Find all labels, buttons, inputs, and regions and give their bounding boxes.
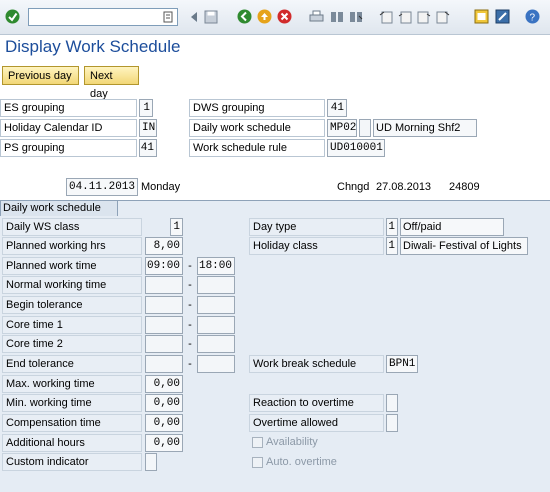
command-history-icon[interactable] bbox=[160, 9, 175, 24]
core-time-2-from-field[interactable] bbox=[145, 335, 183, 353]
auto-overtime-label: Auto. overtime bbox=[266, 456, 337, 468]
standard-toolbar: ? bbox=[0, 0, 550, 35]
time-dash: - bbox=[188, 279, 192, 291]
core-time-1-label: Core time 1 bbox=[2, 316, 142, 334]
core-time-2-label: Core time 2 bbox=[2, 335, 142, 353]
date-field[interactable]: 04.11.2013 bbox=[66, 178, 138, 196]
time-dash: - bbox=[188, 358, 192, 370]
work-schedule-rule-field[interactable]: UD010001 bbox=[327, 139, 385, 157]
additional-hours-field[interactable]: 0,00 bbox=[145, 434, 183, 452]
first-page-icon[interactable] bbox=[378, 9, 393, 24]
time-dash: - bbox=[188, 319, 192, 331]
reaction-to-overtime-label: Reaction to overtime bbox=[249, 394, 384, 412]
custom-indicator-field[interactable] bbox=[145, 453, 157, 471]
help-icon[interactable]: ? bbox=[525, 9, 540, 24]
end-tolerance-from-field[interactable] bbox=[145, 355, 183, 373]
time-dash: - bbox=[188, 338, 192, 350]
cancel-icon[interactable] bbox=[277, 9, 292, 24]
begin-tolerance-from-field[interactable] bbox=[145, 296, 183, 314]
day-type-field[interactable]: 1 bbox=[386, 218, 398, 236]
daily-work-schedule-text: UD Morning Shf2 bbox=[373, 119, 477, 137]
begin-tolerance-label: Begin tolerance bbox=[2, 296, 142, 314]
overtime-allowed-field[interactable] bbox=[386, 414, 398, 432]
min-working-time-field[interactable]: 0,00 bbox=[145, 394, 183, 412]
work-break-schedule-label: Work break schedule bbox=[249, 355, 384, 373]
holiday-class-text: Diwali- Festival of Lights bbox=[400, 237, 528, 255]
exit-icon[interactable] bbox=[257, 9, 272, 24]
svg-text:?: ? bbox=[530, 13, 536, 24]
normal-time-from-field[interactable] bbox=[145, 276, 183, 294]
command-field[interactable] bbox=[28, 8, 178, 26]
daily-work-schedule-variant-field[interactable] bbox=[359, 119, 371, 137]
availability-label: Availability bbox=[266, 436, 318, 448]
ps-grouping-field[interactable]: 41 bbox=[139, 139, 157, 157]
min-working-time-label: Min. working time bbox=[2, 394, 142, 412]
generate-shortcut-icon[interactable] bbox=[495, 9, 510, 24]
daily-ws-class-field[interactable]: 1 bbox=[170, 218, 183, 236]
weekday-text: Monday bbox=[141, 181, 181, 193]
time-dash: - bbox=[188, 260, 192, 272]
begin-tolerance-to-field[interactable] bbox=[197, 296, 235, 314]
planned-work-time-label: Planned work time bbox=[2, 257, 142, 275]
daily-ws-class-label: Daily WS class bbox=[2, 218, 142, 236]
create-session-icon[interactable] bbox=[474, 9, 489, 24]
end-tolerance-label: End tolerance bbox=[2, 355, 142, 373]
core-time-2-to-field[interactable] bbox=[197, 335, 235, 353]
normal-working-time-label: Normal working time bbox=[2, 276, 142, 294]
compensation-time-label: Compensation time bbox=[2, 414, 142, 432]
dws-grouping-label: DWS grouping bbox=[189, 99, 325, 117]
daily-work-schedule-field[interactable]: MP02 bbox=[327, 119, 357, 137]
custom-indicator-label: Custom indicator bbox=[2, 453, 142, 471]
additional-hours-label: Additional hours bbox=[2, 434, 142, 452]
core-time-1-from-field[interactable] bbox=[145, 316, 183, 334]
page-title: Display Work Schedule bbox=[5, 37, 181, 56]
work-break-schedule-field[interactable]: BPN1 bbox=[386, 355, 418, 373]
last-page-icon[interactable] bbox=[435, 9, 450, 24]
availability-checkbox[interactable] bbox=[252, 437, 263, 448]
compensation-time-field[interactable]: 0,00 bbox=[145, 414, 183, 432]
es-grouping-field[interactable]: 1 bbox=[139, 99, 153, 117]
es-grouping-label: ES grouping bbox=[0, 99, 137, 117]
overtime-allowed-label: Overtime allowed bbox=[249, 414, 384, 432]
daily-work-schedule-tab[interactable]: Daily work schedule bbox=[0, 200, 118, 216]
daily-work-schedule-label: Daily work schedule bbox=[189, 119, 325, 137]
max-working-time-field[interactable]: 0,00 bbox=[145, 375, 183, 393]
previous-day-button[interactable]: Previous day bbox=[2, 66, 79, 85]
find-next-icon[interactable] bbox=[348, 9, 363, 24]
changed-date: 27.08.2013 bbox=[376, 181, 432, 193]
auto-overtime-checkbox[interactable] bbox=[252, 457, 263, 468]
print-icon[interactable] bbox=[309, 9, 324, 24]
holiday-calendar-field[interactable]: IN bbox=[139, 119, 157, 137]
dws-grouping-field[interactable]: 41 bbox=[327, 99, 347, 117]
holiday-calendar-label: Holiday Calendar ID bbox=[0, 119, 137, 137]
previous-page-icon[interactable] bbox=[397, 9, 412, 24]
day-type-text: Off/paid bbox=[400, 218, 504, 236]
save-icon[interactable] bbox=[203, 9, 218, 24]
core-time-1-to-field[interactable] bbox=[197, 316, 235, 334]
expand-arrow-icon[interactable] bbox=[186, 9, 201, 24]
day-type-label: Day type bbox=[249, 218, 384, 236]
holiday-class-label: Holiday class bbox=[249, 237, 384, 255]
changed-by: 24809 bbox=[449, 181, 480, 193]
back-icon[interactable] bbox=[237, 9, 252, 24]
planned-time-to-field[interactable]: 18:00 bbox=[197, 257, 235, 275]
changed-label: Chngd bbox=[337, 181, 370, 193]
time-dash: - bbox=[188, 299, 192, 311]
max-working-time-label: Max. working time bbox=[2, 375, 142, 393]
find-icon[interactable] bbox=[329, 9, 344, 24]
next-day-button[interactable]: Next day bbox=[84, 66, 139, 100]
planned-hrs-label: Planned working hrs bbox=[2, 237, 142, 255]
planned-time-from-field[interactable]: 09:00 bbox=[145, 257, 183, 275]
next-page-icon[interactable] bbox=[416, 9, 431, 24]
reaction-to-overtime-field[interactable] bbox=[386, 394, 398, 412]
enter-icon[interactable] bbox=[5, 9, 20, 24]
end-tolerance-to-field[interactable] bbox=[197, 355, 235, 373]
ps-grouping-label: PS grouping bbox=[0, 139, 137, 157]
normal-time-to-field[interactable] bbox=[197, 276, 235, 294]
planned-hrs-field[interactable]: 8,00 bbox=[145, 237, 183, 255]
holiday-class-field[interactable]: 1 bbox=[386, 237, 398, 255]
work-schedule-rule-label: Work schedule rule bbox=[189, 139, 325, 157]
